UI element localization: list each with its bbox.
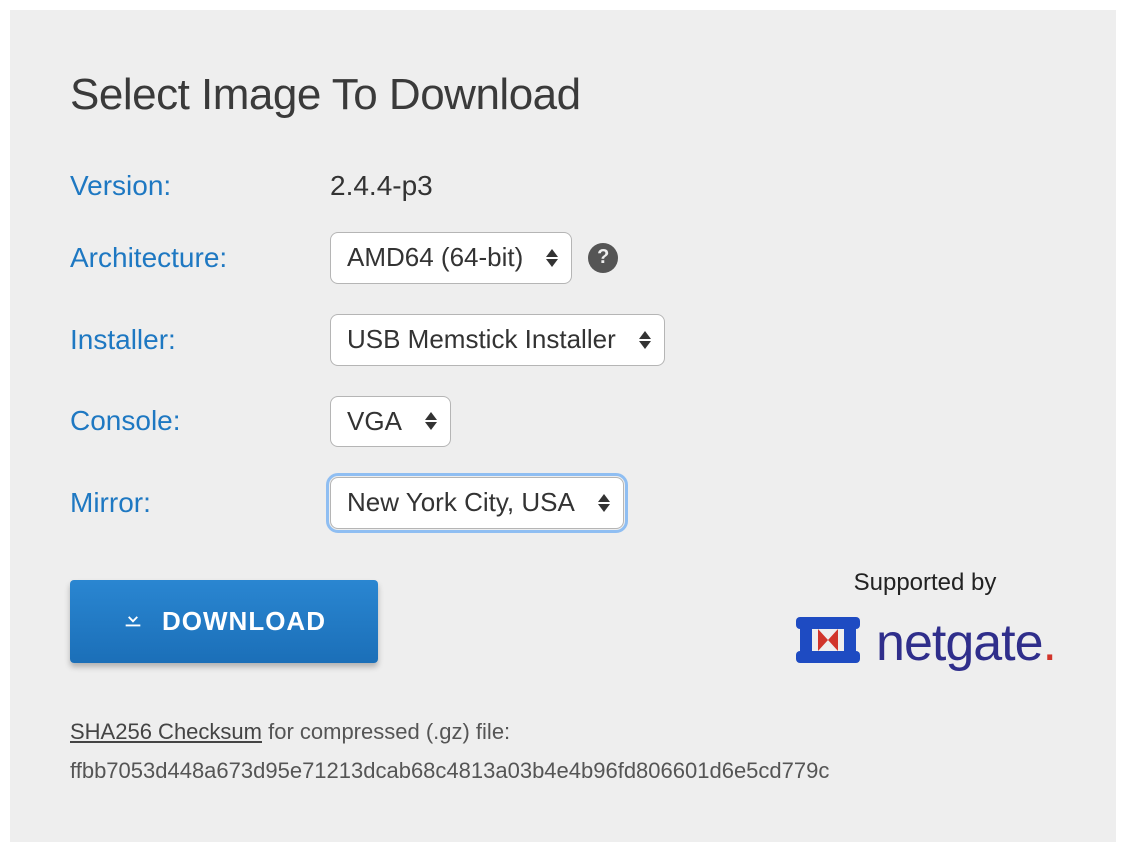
help-icon[interactable]: ? xyxy=(588,243,618,273)
console-select[interactable]: VGA xyxy=(330,396,451,448)
sponsor-block: Supported by netgate. xyxy=(794,569,1056,674)
version-label: Version: xyxy=(70,170,330,202)
netgate-mark-icon xyxy=(794,611,862,674)
download-icon xyxy=(122,606,144,637)
checksum-suffix: for compressed (.gz) file: xyxy=(262,719,510,744)
architecture-row: Architecture: AMD64 (64-bit) ? xyxy=(70,232,1056,284)
netgate-wordmark: netgate. xyxy=(876,613,1056,673)
bottom-row: DOWNLOAD Supported by netgate. xyxy=(70,569,1056,674)
supported-by-label: Supported by xyxy=(794,569,1056,597)
installer-label: Installer: xyxy=(70,324,330,356)
checksum-block: SHA256 Checksum for compressed (.gz) fil… xyxy=(70,714,1056,788)
architecture-select-wrap: AMD64 (64-bit) xyxy=(330,232,572,284)
installer-select[interactable]: USB Memstick Installer xyxy=(330,314,665,366)
netgate-logo[interactable]: netgate. xyxy=(794,611,1056,674)
architecture-select[interactable]: AMD64 (64-bit) xyxy=(330,232,572,284)
console-row: Console: VGA xyxy=(70,396,1056,448)
version-row: Version: 2.4.4-p3 xyxy=(70,170,1056,202)
page-title: Select Image To Download xyxy=(70,70,1056,120)
console-select-wrap: VGA xyxy=(330,396,451,448)
mirror-select-wrap: New York City, USA xyxy=(330,477,624,529)
version-value: 2.4.4-p3 xyxy=(330,170,433,202)
installer-select-wrap: USB Memstick Installer xyxy=(330,314,665,366)
checksum-link[interactable]: SHA256 Checksum xyxy=(70,719,262,744)
mirror-label: Mirror: xyxy=(70,487,330,519)
architecture-label: Architecture: xyxy=(70,242,330,274)
mirror-select[interactable]: New York City, USA xyxy=(330,477,624,529)
download-panel: Select Image To Download Version: 2.4.4-… xyxy=(10,10,1116,842)
download-button[interactable]: DOWNLOAD xyxy=(70,580,378,663)
installer-row: Installer: USB Memstick Installer xyxy=(70,314,1056,366)
checksum-hash: ffbb7053d448a673d95e71213dcab68c4813a03b… xyxy=(70,753,1056,788)
mirror-row: Mirror: New York City, USA xyxy=(70,477,1056,529)
download-button-label: DOWNLOAD xyxy=(162,606,326,637)
console-label: Console: xyxy=(70,405,330,437)
